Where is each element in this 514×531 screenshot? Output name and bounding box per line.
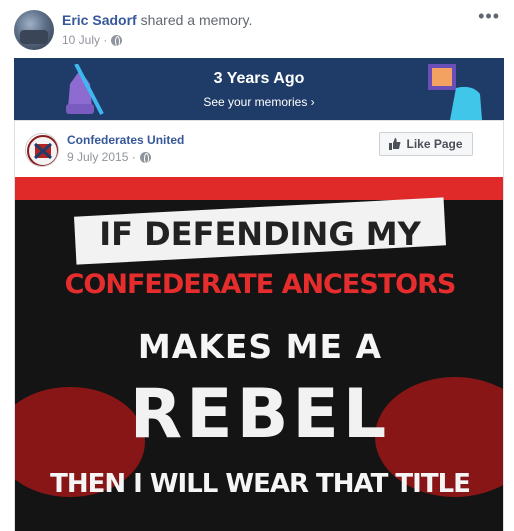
image-red-strip (15, 177, 503, 200)
globe-icon (111, 34, 123, 47)
shared-post-card: Confederates United 9 July 2015 · Like P… (14, 120, 504, 531)
shared-post-date[interactable]: 9 July 2015 · (67, 150, 136, 164)
shirt-line-3: MAKES ME A (137, 327, 383, 366)
shared-post-meta: 9 July 2015 · (67, 150, 151, 164)
author-name-link[interactable]: Eric Sadorf (62, 12, 137, 28)
thumbs-up-icon (389, 138, 401, 150)
shirt-line-4: REBEL (129, 375, 391, 454)
shirt-line-2: CONFEDERATE ANCESTORS (64, 269, 457, 300)
post-date[interactable]: 10 July · (62, 33, 107, 47)
photo-illustration (428, 64, 482, 120)
shirt-line-5: THEN I WILL WEAR THAT TITLE (50, 469, 471, 499)
post-meta: 10 July · (62, 33, 123, 47)
confederate-seal-icon (27, 135, 58, 166)
author-line: Eric Sadorf shared a memory. (62, 12, 252, 28)
shared-action-text: shared a memory. (136, 12, 253, 28)
globe-icon (139, 151, 151, 164)
memories-banner[interactable]: 3 Years Ago See your memories › (14, 58, 504, 120)
page-name-link[interactable]: Confederates United (67, 133, 184, 147)
like-page-label: Like Page (406, 137, 463, 151)
shirt-line-1: IF DEFENDING MY (99, 215, 421, 253)
more-options-icon[interactable]: ••• (478, 6, 500, 27)
shared-post-image[interactable]: IF DEFENDING MY CONFEDERATE ANCESTORS MA… (15, 177, 503, 531)
author-avatar[interactable] (14, 10, 54, 50)
page-logo[interactable] (25, 133, 59, 167)
post-header: Eric Sadorf shared a memory. 10 July · •… (0, 0, 514, 56)
like-page-button[interactable]: Like Page (379, 132, 473, 156)
